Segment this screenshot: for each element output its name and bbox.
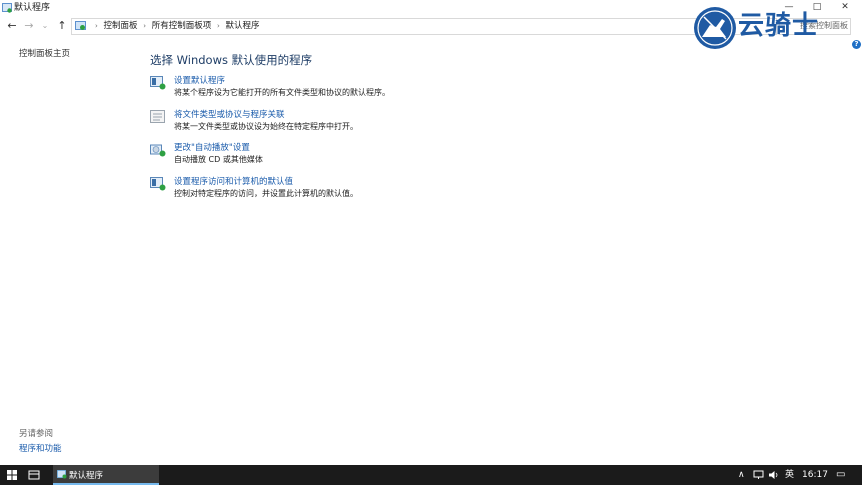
task-set-default-programs: 设置默认程序 将某个程序设为它能打开的所有文件类型和协议的默认程序。 <box>150 74 650 98</box>
set-default-programs-link[interactable]: 设置默认程序 <box>174 74 225 86</box>
task-description: 将某一文件类型或协议设为始终在特定程序中打开。 <box>174 122 358 131</box>
forward-button[interactable]: → <box>22 19 36 33</box>
task-description: 控制对特定程序的访问，并设置此计算机的默认值。 <box>174 189 358 198</box>
breadcrumb-all-items[interactable]: 所有控制面板项 <box>152 21 212 31</box>
volume-icon[interactable] <box>768 470 779 480</box>
file-association-icon <box>150 110 165 123</box>
taskbar-app-label: 默认程序 <box>69 471 104 481</box>
default-programs-icon <box>150 76 166 90</box>
control-panel-home-link[interactable]: 控制面板主页 <box>19 47 70 59</box>
taskbar: 默认程序 ∧ 英 16:17 ▭ <box>0 465 862 485</box>
windows-start-icon[interactable] <box>7 470 17 480</box>
window-title: 默认程序 <box>14 3 51 13</box>
watermark-text: 云骑士 <box>738 11 820 41</box>
task-associate-file-types: 将文件类型或协议与程序关联 将某一文件类型或协议设为始终在特定程序中打开。 <box>150 108 650 132</box>
task-description: 自动播放 CD 或其他媒体 <box>174 155 263 164</box>
tray-overflow-chevron[interactable]: ∧ <box>738 469 745 481</box>
network-icon[interactable] <box>753 470 764 480</box>
up-button[interactable]: ↑ <box>55 19 69 33</box>
autoplay-settings-link[interactable]: 更改"自动播放"设置 <box>174 141 250 153</box>
breadcrumb-separator: › <box>216 22 220 30</box>
task-autoplay-settings: 更改"自动播放"设置 自动播放 CD 或其他媒体 <box>150 141 650 165</box>
clock[interactable]: 16:17 <box>802 469 828 481</box>
watermark-logo: 云骑士 <box>692 3 857 53</box>
knight-rider-icon <box>694 7 736 49</box>
breadcrumb: › 控制面板 › 所有控制面板项 › 默认程序 <box>92 20 260 32</box>
page-title: 选择 Windows 默认使用的程序 <box>150 53 313 67</box>
program-access-icon <box>150 177 166 191</box>
default-programs-icon <box>2 3 12 13</box>
see-also-label: 另请参阅 <box>19 429 54 439</box>
breadcrumb-control-panel[interactable]: 控制面板 <box>104 21 138 31</box>
task-description: 将某个程序设为它能打开的所有文件类型和协议的默认程序。 <box>174 88 390 97</box>
associate-file-types-link[interactable]: 将文件类型或协议与程序关联 <box>174 108 285 120</box>
task-view-icon[interactable] <box>28 469 40 481</box>
ime-indicator[interactable]: 英 <box>785 469 794 481</box>
autoplay-icon <box>150 144 166 157</box>
programs-and-features-link[interactable]: 程序和功能 <box>19 442 62 454</box>
control-panel-icon <box>75 21 86 30</box>
default-programs-icon <box>57 470 67 479</box>
back-button[interactable]: ← <box>5 19 19 33</box>
breadcrumb-separator: › <box>143 22 147 30</box>
notification-center-icon[interactable]: ▭ <box>836 469 845 481</box>
address-field[interactable]: › 控制面板 › 所有控制面板项 › 默认程序 <box>71 18 777 35</box>
task-program-access-defaults: 设置程序访问和计算机的默认值 控制对特定程序的访问，并设置此计算机的默认值。 <box>150 175 650 199</box>
breadcrumb-separator: › <box>95 22 98 30</box>
breadcrumb-default-programs[interactable]: 默认程序 <box>225 21 259 31</box>
recent-locations-button[interactable]: ⌄ <box>38 19 52 33</box>
taskbar-app-default-programs[interactable]: 默认程序 <box>53 465 159 485</box>
program-access-defaults-link[interactable]: 设置程序访问和计算机的默认值 <box>174 175 293 187</box>
